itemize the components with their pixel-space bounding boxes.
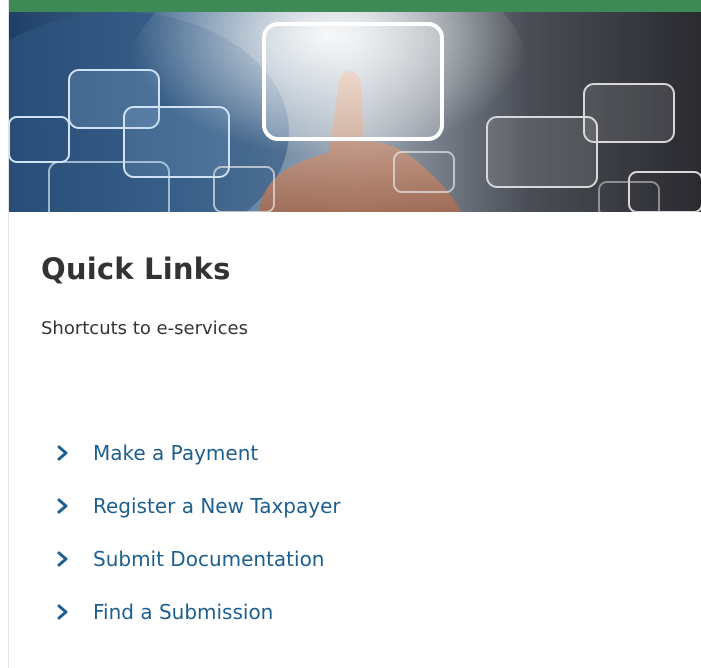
chevron-right-icon xyxy=(57,445,68,461)
find-submission-link[interactable]: Find a Submission xyxy=(93,595,273,629)
chevron-right-icon xyxy=(57,604,68,620)
chevron-right-icon xyxy=(57,551,68,567)
chevron-right-icon xyxy=(57,498,68,514)
section-title: Quick Links xyxy=(41,252,231,286)
submit-documentation-link[interactable]: Submit Documentation xyxy=(93,542,324,576)
register-taxpayer-link[interactable]: Register a New Taxpayer xyxy=(93,489,341,523)
banner-image xyxy=(9,12,701,212)
section-subtitle: Shortcuts to e-services xyxy=(41,318,248,339)
quick-link-register-taxpayer[interactable]: Register a New Taxpayer xyxy=(53,489,341,542)
quick-link-make-payment[interactable]: Make a Payment xyxy=(53,436,341,489)
quick-link-submit-documentation[interactable]: Submit Documentation xyxy=(53,542,341,595)
quick-links-list: Make a Payment Register a New Taxpayer S… xyxy=(53,436,341,648)
quick-link-find-submission[interactable]: Find a Submission xyxy=(53,595,341,648)
quick-links-card: Quick Links Shortcuts to e-services Make… xyxy=(8,0,701,668)
make-payment-link[interactable]: Make a Payment xyxy=(93,436,258,470)
accent-bar xyxy=(9,0,701,12)
